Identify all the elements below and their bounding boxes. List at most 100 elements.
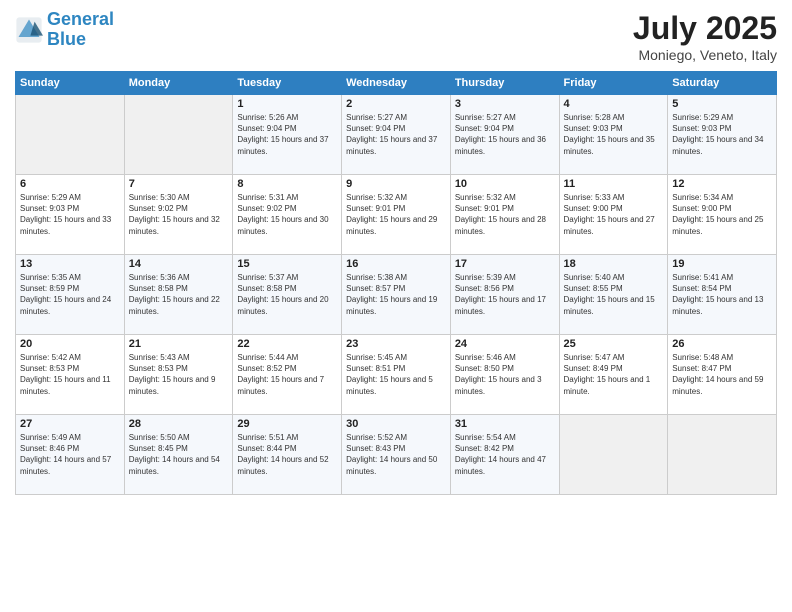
calendar-cell: 2 Sunrise: 5:27 AM Sunset: 9:04 PM Daylig…	[342, 95, 451, 175]
day-info: Sunrise: 5:32 AM Sunset: 9:01 PM Dayligh…	[346, 192, 446, 237]
day-number: 19	[672, 258, 772, 270]
calendar-cell: 3 Sunrise: 5:27 AM Sunset: 9:04 PM Daylig…	[450, 95, 559, 175]
day-info: Sunrise: 5:54 AM Sunset: 8:42 PM Dayligh…	[455, 432, 555, 477]
weekday-header-tuesday: Tuesday	[233, 72, 342, 95]
day-number: 20	[20, 338, 120, 350]
calendar-week-2: 6Sunrise: 5:29 AM Sunset: 9:03 PM Daylig…	[16, 175, 777, 255]
day-number: 31	[455, 418, 555, 430]
day-info: Sunrise: 5:47 AM Sunset: 8:49 PM Dayligh…	[564, 352, 664, 397]
calendar-cell: 29 Sunrise: 5:51 AM Sunset: 8:44 PM Dayli…	[233, 415, 342, 495]
weekday-header-sunday: Sunday	[16, 72, 125, 95]
month-title: July 2025	[633, 10, 777, 47]
calendar-cell: 5 Sunrise: 5:29 AM Sunset: 9:03 PM Daylig…	[668, 95, 777, 175]
day-number: 3	[455, 98, 555, 110]
logo-icon	[15, 16, 43, 44]
calendar-cell: 30 Sunrise: 5:52 AM Sunset: 8:43 PM Dayli…	[342, 415, 451, 495]
page: General Blue July 2025 Moniego, Veneto, …	[0, 0, 792, 612]
calendar-cell: 23Sunrise: 5:45 AM Sunset: 8:51 PM Dayli…	[342, 335, 451, 415]
header: General Blue July 2025 Moniego, Veneto, …	[15, 10, 777, 63]
day-number: 14	[129, 258, 229, 270]
day-info: Sunrise: 5:30 AM Sunset: 9:02 PM Dayligh…	[129, 192, 229, 237]
day-info: Sunrise: 5:33 AM Sunset: 9:00 PM Dayligh…	[564, 192, 664, 237]
calendar-cell: 26Sunrise: 5:48 AM Sunset: 8:47 PM Dayli…	[668, 335, 777, 415]
day-info: Sunrise: 5:28 AM Sunset: 9:03 PM Dayligh…	[564, 112, 664, 157]
day-number: 30	[346, 418, 446, 430]
title-block: July 2025 Moniego, Veneto, Italy	[633, 10, 777, 63]
weekday-header-friday: Friday	[559, 72, 668, 95]
calendar-cell: 13 Sunrise: 5:35 AM Sunset: 8:59 PM Dayli…	[16, 255, 125, 335]
calendar-cell	[559, 415, 668, 495]
day-info: Sunrise: 5:36 AM Sunset: 8:58 PM Dayligh…	[129, 272, 229, 317]
logo: General Blue	[15, 10, 114, 50]
calendar-cell: 15 Sunrise: 5:37 AM Sunset: 8:58 PM Dayli…	[233, 255, 342, 335]
calendar-cell	[16, 95, 125, 175]
day-info: Sunrise: 5:46 AM Sunset: 8:50 PM Dayligh…	[455, 352, 555, 397]
day-info: Sunrise: 5:37 AM Sunset: 8:58 PM Dayligh…	[237, 272, 337, 317]
calendar-cell: 9 Sunrise: 5:32 AM Sunset: 9:01 PM Daylig…	[342, 175, 451, 255]
calendar-cell: 10Sunrise: 5:32 AM Sunset: 9:01 PM Dayli…	[450, 175, 559, 255]
calendar-week-4: 20 Sunrise: 5:42 AM Sunset: 8:53 PM Dayli…	[16, 335, 777, 415]
calendar-cell	[124, 95, 233, 175]
day-number: 28	[129, 418, 229, 430]
day-number: 1	[237, 98, 337, 110]
day-info: Sunrise: 5:49 AM Sunset: 8:46 PM Dayligh…	[20, 432, 120, 477]
calendar-cell: 25Sunrise: 5:47 AM Sunset: 8:49 PM Dayli…	[559, 335, 668, 415]
calendar-table: SundayMondayTuesdayWednesdayThursdayFrid…	[15, 71, 777, 495]
calendar-week-3: 13 Sunrise: 5:35 AM Sunset: 8:59 PM Dayli…	[16, 255, 777, 335]
logo-general: General	[47, 9, 114, 29]
logo-blue: Blue	[47, 29, 86, 49]
day-info: Sunrise: 5:29 AM Sunset: 9:03 PM Dayligh…	[20, 192, 120, 237]
calendar-cell: 4 Sunrise: 5:28 AM Sunset: 9:03 PM Daylig…	[559, 95, 668, 175]
weekday-header-thursday: Thursday	[450, 72, 559, 95]
calendar-cell: 31 Sunrise: 5:54 AM Sunset: 8:42 PM Dayli…	[450, 415, 559, 495]
weekday-header-wednesday: Wednesday	[342, 72, 451, 95]
calendar-cell: 28 Sunrise: 5:50 AM Sunset: 8:45 PM Dayli…	[124, 415, 233, 495]
day-info: Sunrise: 5:52 AM Sunset: 8:43 PM Dayligh…	[346, 432, 446, 477]
location: Moniego, Veneto, Italy	[633, 47, 777, 63]
calendar-cell: 21Sunrise: 5:43 AM Sunset: 8:53 PM Dayli…	[124, 335, 233, 415]
day-number: 13	[20, 258, 120, 270]
day-info: Sunrise: 5:34 AM Sunset: 9:00 PM Dayligh…	[672, 192, 772, 237]
day-info: Sunrise: 5:27 AM Sunset: 9:04 PM Dayligh…	[346, 112, 446, 157]
calendar-cell: 27 Sunrise: 5:49 AM Sunset: 8:46 PM Dayli…	[16, 415, 125, 495]
day-info: Sunrise: 5:35 AM Sunset: 8:59 PM Dayligh…	[20, 272, 120, 317]
calendar-cell: 8Sunrise: 5:31 AM Sunset: 9:02 PM Daylig…	[233, 175, 342, 255]
day-info: Sunrise: 5:42 AM Sunset: 8:53 PM Dayligh…	[20, 352, 120, 397]
day-number: 11	[564, 178, 664, 190]
day-info: Sunrise: 5:27 AM Sunset: 9:04 PM Dayligh…	[455, 112, 555, 157]
day-info: Sunrise: 5:48 AM Sunset: 8:47 PM Dayligh…	[672, 352, 772, 397]
calendar-cell: 22 Sunrise: 5:44 AM Sunset: 8:52 PM Dayli…	[233, 335, 342, 415]
day-info: Sunrise: 5:40 AM Sunset: 8:55 PM Dayligh…	[564, 272, 664, 317]
day-info: Sunrise: 5:51 AM Sunset: 8:44 PM Dayligh…	[237, 432, 337, 477]
day-number: 7	[129, 178, 229, 190]
day-number: 29	[237, 418, 337, 430]
day-number: 27	[20, 418, 120, 430]
calendar-cell: 20 Sunrise: 5:42 AM Sunset: 8:53 PM Dayli…	[16, 335, 125, 415]
calendar-cell: 7 Sunrise: 5:30 AM Sunset: 9:02 PM Daylig…	[124, 175, 233, 255]
day-info: Sunrise: 5:29 AM Sunset: 9:03 PM Dayligh…	[672, 112, 772, 157]
day-number: 5	[672, 98, 772, 110]
calendar-cell: 12 Sunrise: 5:34 AM Sunset: 9:00 PM Dayli…	[668, 175, 777, 255]
day-number: 12	[672, 178, 772, 190]
day-number: 24	[455, 338, 555, 350]
day-number: 21	[129, 338, 229, 350]
day-info: Sunrise: 5:32 AM Sunset: 9:01 PM Dayligh…	[455, 192, 555, 237]
day-number: 8	[237, 178, 337, 190]
day-info: Sunrise: 5:39 AM Sunset: 8:56 PM Dayligh…	[455, 272, 555, 317]
weekday-header-saturday: Saturday	[668, 72, 777, 95]
calendar-cell: 14 Sunrise: 5:36 AM Sunset: 8:58 PM Dayli…	[124, 255, 233, 335]
day-number: 15	[237, 258, 337, 270]
calendar-cell: 18Sunrise: 5:40 AM Sunset: 8:55 PM Dayli…	[559, 255, 668, 335]
day-number: 16	[346, 258, 446, 270]
day-number: 2	[346, 98, 446, 110]
day-info: Sunrise: 5:50 AM Sunset: 8:45 PM Dayligh…	[129, 432, 229, 477]
day-info: Sunrise: 5:44 AM Sunset: 8:52 PM Dayligh…	[237, 352, 337, 397]
calendar-cell: 11 Sunrise: 5:33 AM Sunset: 9:00 PM Dayli…	[559, 175, 668, 255]
day-number: 22	[237, 338, 337, 350]
day-number: 4	[564, 98, 664, 110]
day-info: Sunrise: 5:26 AM Sunset: 9:04 PM Dayligh…	[237, 112, 337, 157]
calendar-cell: 19Sunrise: 5:41 AM Sunset: 8:54 PM Dayli…	[668, 255, 777, 335]
weekday-header-monday: Monday	[124, 72, 233, 95]
weekday-header-row: SundayMondayTuesdayWednesdayThursdayFrid…	[16, 72, 777, 95]
day-number: 9	[346, 178, 446, 190]
